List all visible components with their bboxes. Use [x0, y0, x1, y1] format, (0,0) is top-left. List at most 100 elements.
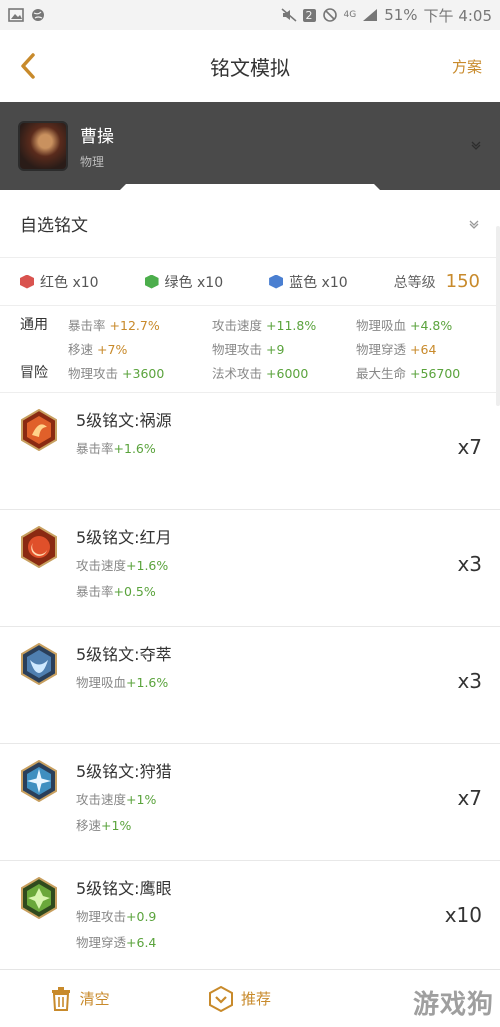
rune-count: x3	[457, 552, 482, 576]
rune-name: 5级铭文:红月	[76, 528, 172, 547]
stat-name: 攻击速度	[212, 317, 263, 333]
stat-cell: 暴击率 +12.7%	[68, 315, 212, 334]
list-item[interactable]: 5级铭文:红月 攻击速度+1.6% 暴击率+0.5% x3	[0, 510, 500, 627]
rune-name: 5级铭文:狩猎	[76, 762, 172, 781]
stat-cell: 物理攻击 +9	[212, 339, 356, 358]
status-left	[8, 8, 46, 22]
stat-name: 暴击率	[68, 317, 106, 333]
red-moon-rune-icon	[21, 526, 57, 568]
stat-name: 物理吸血	[356, 317, 407, 333]
chevron-left-icon	[21, 53, 35, 79]
stat-name: 物理攻击	[212, 341, 263, 357]
rune-count: x10	[444, 903, 482, 927]
rune-name: 5级铭文:夺萃	[76, 645, 172, 664]
chevron-down-icon	[471, 141, 481, 150]
rune-color-summary: 红色 x10 绿色 x10 蓝色 x10 总等级 150	[0, 258, 500, 306]
scheme-button[interactable]: 方案	[452, 56, 482, 77]
clear-button[interactable]: 清空	[50, 986, 110, 1011]
rune-attr: 物理穿透+6.4	[76, 935, 157, 950]
rune-attr: 物理攻击+0.9	[76, 909, 157, 924]
rune-attr: 暴击率+0.5%	[76, 584, 156, 599]
total-level-label: 总等级	[393, 275, 436, 291]
green-count-label: 绿色 x10	[164, 274, 224, 291]
rune-attr: 移速+1%	[76, 818, 132, 833]
red-count-label: 红色 x10	[40, 274, 99, 291]
stats-panel: 通用 暴击率 +12.7% 攻击速度 +11.8% 物理吸血 +4.8% 移速 +7% …	[0, 306, 500, 393]
rune-name: 5级铭文:鹰眼	[76, 879, 172, 898]
signal-icon	[363, 9, 378, 21]
page-title: 铭文模拟	[209, 55, 290, 80]
hero-name: 曹操	[80, 127, 114, 147]
custom-rune-title: 自选铭文	[20, 216, 88, 236]
mute-icon	[281, 8, 296, 22]
status-right: 2 4G 51% 下午 4:05	[281, 5, 492, 26]
stat-cell: 物理吸血 +4.8%	[356, 315, 476, 334]
stat-value: +64	[410, 341, 437, 357]
stat-cell: 法术攻击 +6000	[212, 363, 356, 382]
rune-attr: 暴击率+1.6%	[76, 441, 156, 456]
recommend-button[interactable]: 推荐	[208, 985, 271, 1012]
scrollbar[interactable]	[496, 226, 500, 406]
custom-rune-selector[interactable]: 自选铭文	[0, 190, 500, 258]
back-button[interactable]	[18, 51, 48, 81]
rune-body: 5级铭文:鹰眼 物理攻击+0.9 物理穿透+6.4	[76, 875, 172, 977]
rune-body: 5级铭文:祸源 暴击率+1.6%	[76, 407, 172, 509]
image-icon	[8, 8, 24, 22]
green-hex-icon	[144, 274, 159, 289]
network-label: 4G	[343, 10, 357, 20]
list-item[interactable]: 5级铭文:祸源 暴击率+1.6% x7	[0, 393, 500, 510]
battery-percent: 51%	[384, 6, 418, 24]
rune-count: x7	[457, 435, 482, 459]
stat-cell: 攻击速度 +11.8%	[212, 315, 356, 334]
clear-label: 清空	[79, 990, 110, 1008]
stat-value: +4.8%	[410, 317, 453, 333]
list-item[interactable]: 5级铭文:狩猎 攻击速度+1% 移速+1% x7	[0, 744, 500, 861]
stat-cell: 物理穿透 +64	[356, 339, 476, 358]
stat-value: +12.7%	[109, 317, 160, 333]
blue-count-label: 蓝色 x10	[289, 274, 348, 291]
stat-value: +6000	[266, 365, 309, 381]
rune-count: x7	[457, 786, 482, 810]
stat-name: 移速	[68, 341, 94, 357]
stat-cell: 最大生命 +56700	[356, 363, 476, 382]
globe-icon	[32, 9, 44, 21]
rune-count: x3	[457, 669, 482, 693]
green-rune-icon	[21, 877, 57, 919]
hero-info: 曹操 物理	[80, 122, 114, 170]
watermark-logo: 游戏狗	[412, 990, 494, 1020]
red-rune-icon	[21, 409, 57, 451]
rune-body: 5级铭文:狩猎 攻击速度+1% 移速+1%	[76, 758, 172, 860]
status-bar: 2 4G 51% 下午 4:05	[0, 0, 500, 30]
stat-cell: 移速 +7%	[68, 339, 212, 358]
stat-name: 法术攻击	[212, 365, 263, 381]
stat-value: +3600	[122, 365, 165, 381]
blue-star-rune-icon	[21, 760, 57, 802]
clock: 下午 4:05	[423, 6, 492, 25]
hero-avatar	[18, 121, 68, 171]
blue-count: 蓝色 x10	[269, 272, 348, 292]
hero-selector[interactable]: 曹操 物理	[0, 102, 500, 190]
stat-category: 冒险	[20, 365, 48, 381]
stat-name: 物理穿透	[356, 341, 407, 357]
recommend-label: 推荐	[240, 990, 271, 1008]
list-item[interactable]: 5级铭文:鹰眼 物理攻击+0.9 物理穿透+6.4 x10	[0, 861, 500, 978]
sim-badge: 2	[302, 8, 316, 22]
trash-icon	[51, 986, 70, 1011]
stat-value: +56700	[410, 365, 461, 381]
rune-name: 5级铭文:祸源	[76, 411, 172, 430]
total-level-value: 150	[445, 271, 480, 292]
stat-value: +11.8%	[266, 317, 317, 333]
rune-body: 5级铭文:红月 攻击速度+1.6% 暴击率+0.5%	[76, 524, 172, 626]
green-count: 绿色 x10	[144, 272, 224, 292]
hero-type: 物理	[80, 155, 105, 169]
stat-cell: 物理攻击 +3600	[68, 363, 212, 382]
do-not-disturb-icon	[322, 8, 337, 22]
list-item[interactable]: 5级铭文:夺萃 物理吸血+1.6% x3	[0, 627, 500, 744]
app-header: 铭文模拟 方案	[0, 30, 500, 102]
stat-value: +9	[266, 341, 285, 357]
stat-row: 冒险 物理攻击 +3600 法术攻击 +6000 最大生命 +56700	[20, 360, 480, 384]
stat-row: 通用 暴击率 +12.7% 攻击速度 +11.8% 物理吸血 +4.8%	[20, 312, 480, 336]
hexagon-check-icon	[208, 985, 233, 1012]
stat-category: 通用	[20, 317, 48, 333]
stat-name: 物理攻击	[68, 365, 119, 381]
